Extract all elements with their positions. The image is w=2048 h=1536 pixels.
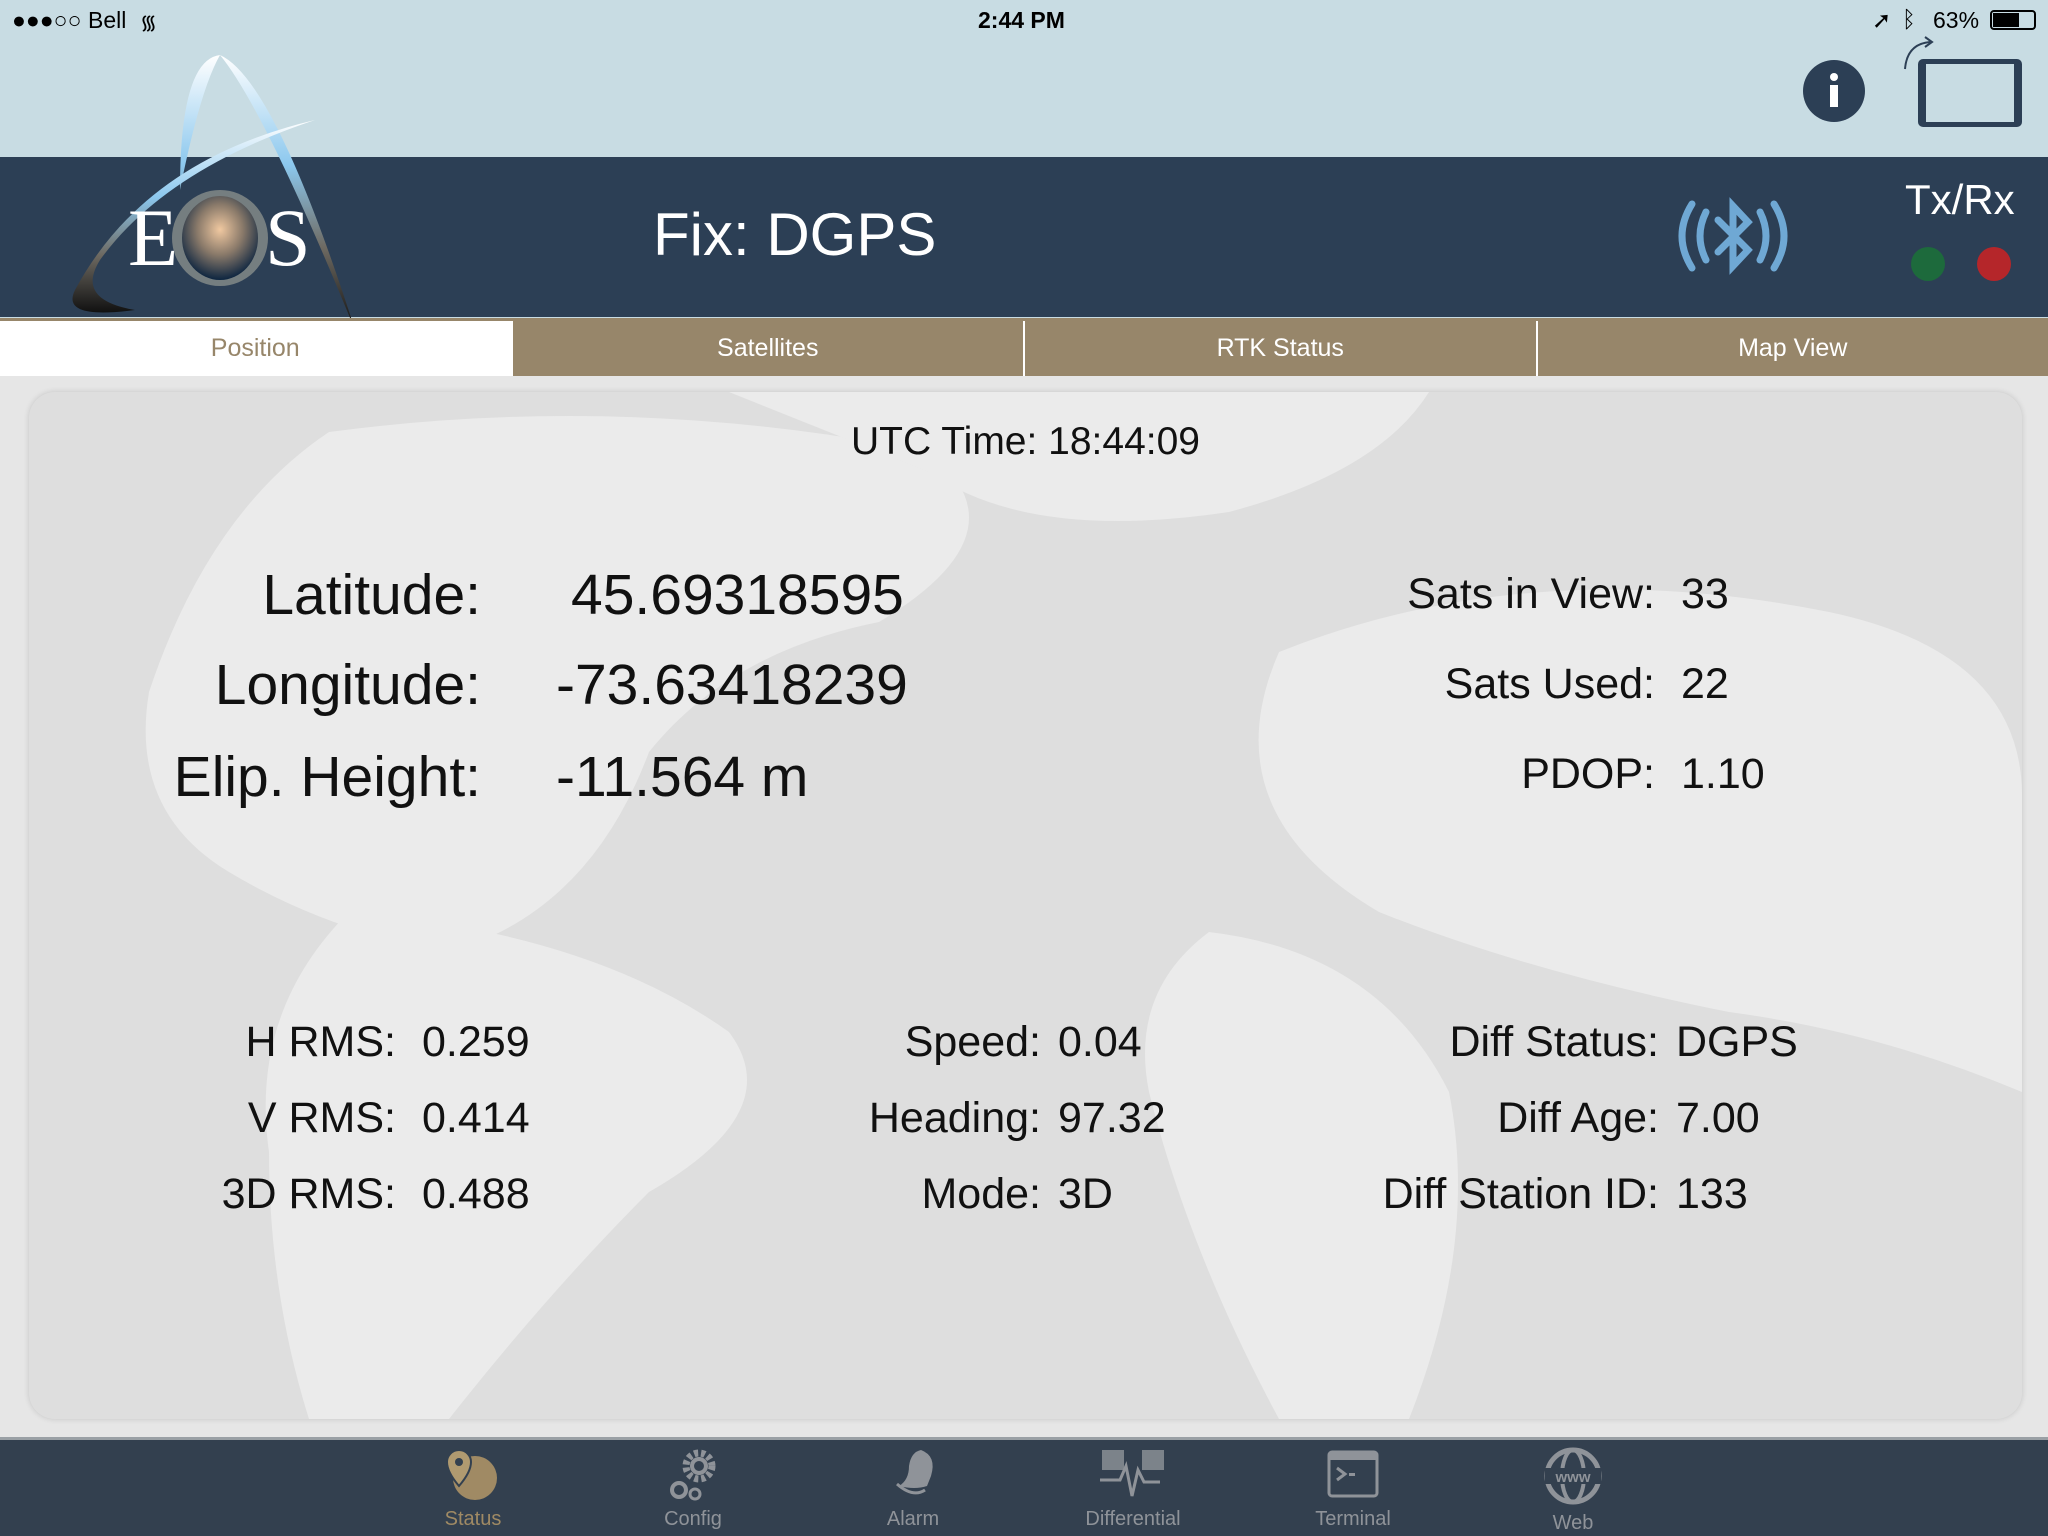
pdop-label: PDOP: bbox=[1521, 750, 1655, 798]
tx-indicator bbox=[1911, 247, 1945, 281]
location-icon: ➚ bbox=[1872, 7, 1892, 33]
diff-status-label: Diff Status: bbox=[1449, 1018, 1659, 1066]
elip-height-value: -11.564 m bbox=[556, 745, 809, 809]
signal-wave-icon bbox=[1100, 1450, 1164, 1497]
speed-label: Speed: bbox=[904, 1018, 1041, 1066]
globe-pin-icon bbox=[445, 1448, 497, 1500]
longitude-value: -73.63418239 bbox=[556, 653, 908, 717]
hrms-value: 0.259 bbox=[422, 1018, 530, 1066]
svg-text:www: www bbox=[1554, 1469, 1590, 1486]
nav-web-label: Web bbox=[1552, 1512, 1594, 1534]
clock: 2:44 PM bbox=[978, 7, 1065, 33]
hrms-label: H RMS: bbox=[245, 1018, 397, 1066]
bell-icon bbox=[896, 1450, 933, 1495]
nav-config-label: Config bbox=[664, 1508, 722, 1530]
world-map-background bbox=[145, 392, 2022, 1419]
diff-age-label: Diff Age: bbox=[1497, 1094, 1659, 1142]
gears-icon bbox=[670, 1449, 716, 1501]
bluetooth-status-icon: ᛒ bbox=[1902, 6, 1916, 32]
latitude-label: Latitude: bbox=[262, 563, 481, 627]
nav-alarm[interactable]: Alarm bbox=[833, 1440, 993, 1536]
sats-in-view-value: 33 bbox=[1681, 570, 1729, 618]
fix-status: Fix: DGPS bbox=[653, 201, 937, 268]
bluetooth-icon[interactable] bbox=[1670, 196, 1796, 276]
carrier: Bell bbox=[88, 7, 127, 33]
tab-map-view[interactable]: Map View bbox=[1535, 321, 2048, 376]
utc-time: UTC Time: 18:44:09 bbox=[851, 420, 1200, 463]
rx-indicator bbox=[1977, 247, 2011, 281]
heading-value: 97.32 bbox=[1058, 1094, 1166, 1142]
wifi-icon: ᯾ bbox=[140, 12, 158, 34]
nav-terminal-label: Terminal bbox=[1315, 1508, 1391, 1530]
nav-config[interactable]: Config bbox=[613, 1440, 773, 1536]
mode-label: Mode: bbox=[921, 1170, 1041, 1218]
longitude-label: Longitude: bbox=[214, 653, 481, 717]
diff-station-id-value: 133 bbox=[1676, 1170, 1748, 1218]
elip-height-label: Elip. Height: bbox=[173, 745, 481, 809]
mode-value: 3D bbox=[1058, 1170, 1113, 1218]
diff-status-value: DGPS bbox=[1676, 1018, 1798, 1066]
battery-icon bbox=[1990, 10, 2036, 30]
tab-bar: Position Satellites RTK Status Map View bbox=[0, 318, 2048, 376]
nav-status[interactable]: Status bbox=[393, 1440, 553, 1536]
nav-status-label: Status bbox=[444, 1508, 502, 1530]
3d-rms-value: 0.488 bbox=[422, 1170, 530, 1218]
sats-in-view-label: Sats in View: bbox=[1407, 570, 1655, 618]
svg-text:S: S bbox=[265, 192, 311, 283]
heading-label: Heading: bbox=[868, 1094, 1041, 1142]
vrms-value: 0.414 bbox=[422, 1094, 530, 1142]
status-bar: ●●●○○ Bell ᯾ 2:44 PM ➚ ᛒ 63% bbox=[0, 0, 2048, 40]
bottom-nav: Status Config Alarm Differential Termina… bbox=[0, 1437, 2048, 1536]
nav-alarm-label: Alarm bbox=[886, 1508, 940, 1530]
nav-differential[interactable]: Differential bbox=[1053, 1440, 1213, 1536]
sats-used-label: Sats Used: bbox=[1444, 660, 1655, 708]
diff-age-value: 7.00 bbox=[1676, 1094, 1760, 1142]
speed-value: 0.04 bbox=[1058, 1018, 1142, 1066]
info-icon[interactable] bbox=[1803, 60, 1865, 122]
3d-rms-label: 3D RMS: bbox=[221, 1170, 396, 1218]
battery-percent: 63% bbox=[1933, 7, 1980, 33]
svg-text:E: E bbox=[128, 192, 178, 283]
nav-differential-label: Differential bbox=[1085, 1508, 1181, 1530]
position-panel: UTC Time: 18:44:09 Latitude: 45.69318595… bbox=[29, 392, 2022, 1419]
tab-position[interactable]: Position bbox=[0, 321, 511, 376]
sats-used-value: 22 bbox=[1681, 660, 1729, 708]
nav-web[interactable]: www Web bbox=[1493, 1440, 1653, 1536]
rotate-device-icon[interactable] bbox=[1895, 34, 2030, 132]
terminal-icon bbox=[1327, 1450, 1379, 1498]
tab-rtk-status[interactable]: RTK Status bbox=[1023, 321, 1536, 376]
eos-logo: E S bbox=[72, 55, 355, 330]
www-globe-icon: www bbox=[1544, 1447, 1602, 1505]
diff-station-id-label: Diff Station ID: bbox=[1382, 1170, 1659, 1218]
pdop-value: 1.10 bbox=[1681, 750, 1765, 798]
latitude-value: 45.69318595 bbox=[571, 563, 904, 627]
vrms-label: V RMS: bbox=[247, 1094, 396, 1142]
nav-terminal[interactable]: Terminal bbox=[1273, 1440, 1433, 1536]
signal-strength: ●●●○○ bbox=[12, 7, 82, 33]
txrx-label: Tx/Rx bbox=[1905, 176, 2015, 223]
tab-satellites[interactable]: Satellites bbox=[510, 321, 1023, 376]
